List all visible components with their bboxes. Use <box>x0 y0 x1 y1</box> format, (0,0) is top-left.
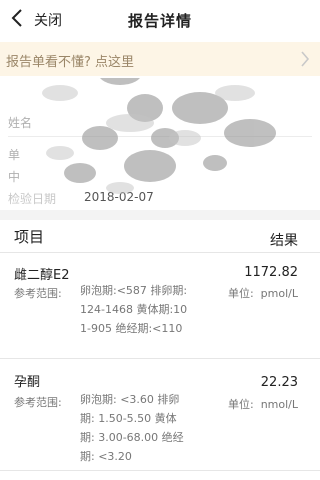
unit-text: 单位: pmol/L <box>228 285 298 301</box>
unit-label: 单位: <box>227 287 254 300</box>
unit-label: 单位: <box>227 398 254 411</box>
test-item-name: 雌二醇E2 <box>14 268 70 283</box>
unit-value: pmol/L <box>260 287 298 300</box>
item-column-header: 项目 <box>14 228 45 246</box>
help-notice-bar[interactable]: 报告单看不懂? 点这里 <box>0 42 320 76</box>
ref-range-text: 卵泡期: <3.60 排卵期: 1.50-5.50 黄体期: 3.00-68.0… <box>80 393 184 463</box>
notice-text: 报告单看不懂? 点这里 <box>6 55 135 70</box>
divider <box>0 252 320 253</box>
section-separator <box>0 210 320 220</box>
top-nav-bar: 关闭 报告详情 <box>0 0 320 40</box>
test-item-value: 22.23 <box>260 375 298 390</box>
unit-value: nmol/L <box>260 398 298 411</box>
ref-range-text: 卵泡期:<587 排卵期:124-1468 黄体期:101-905 绝经期:<1… <box>80 284 188 335</box>
ref-range-label: 参考范围: <box>14 287 62 300</box>
ref-range-label: 参考范围: <box>14 396 62 409</box>
unit-text: 单位: nmol/L <box>228 396 298 412</box>
test-item-value: 1172.82 <box>244 265 298 280</box>
page-title: 报告详情 <box>127 12 192 30</box>
chevron-right-icon <box>300 51 310 67</box>
divider <box>0 470 320 471</box>
divider <box>0 358 320 359</box>
test-item-name: 孕酮 <box>14 375 41 390</box>
result-column-header: 结果 <box>270 233 298 249</box>
patient-info-section: 姓名 单 中 检验日期 2018-02-07 <box>0 78 320 210</box>
redaction-scribble <box>42 78 276 194</box>
